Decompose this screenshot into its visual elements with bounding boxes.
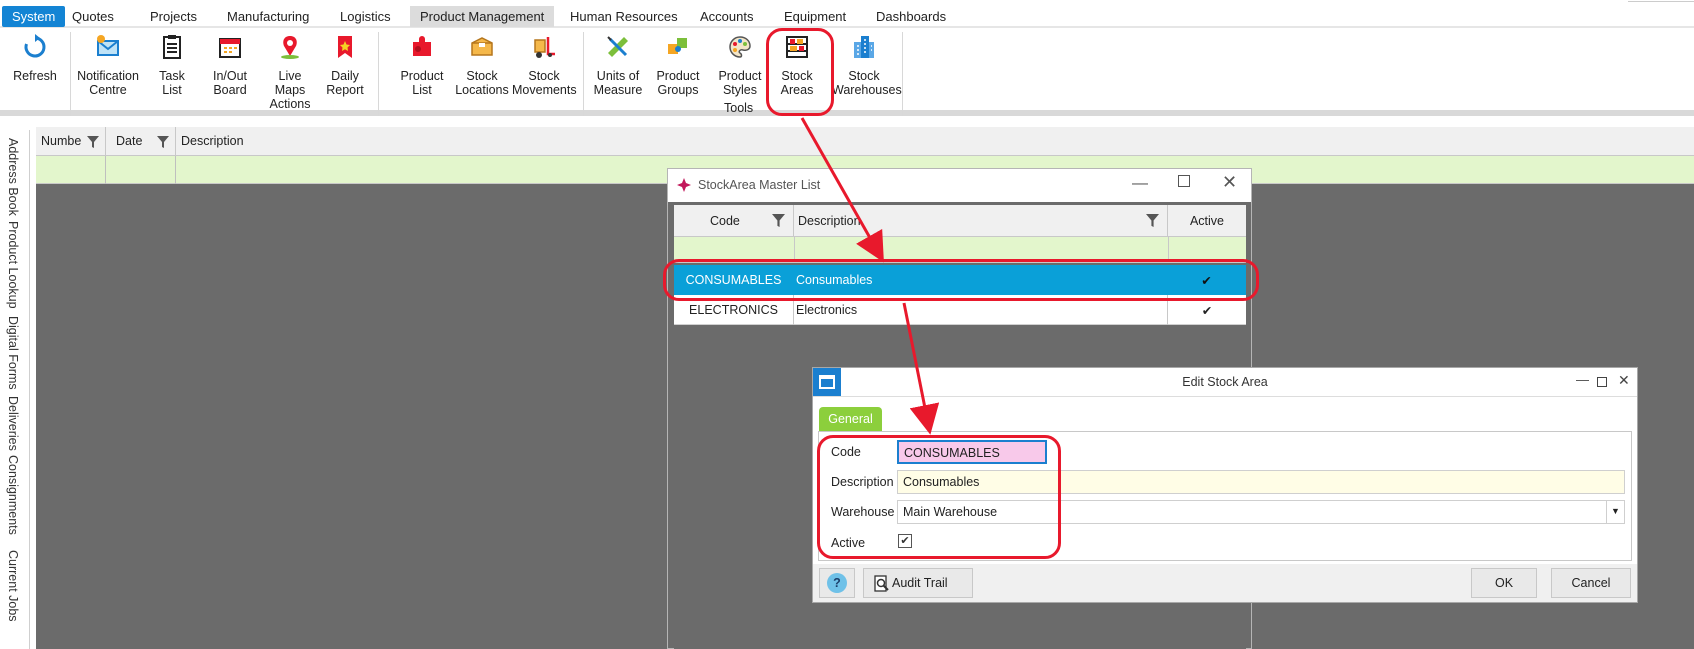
annotation-arrows [800, 117, 940, 435]
arrow-to-row [800, 117, 884, 263]
arrow-to-form [902, 302, 940, 435]
